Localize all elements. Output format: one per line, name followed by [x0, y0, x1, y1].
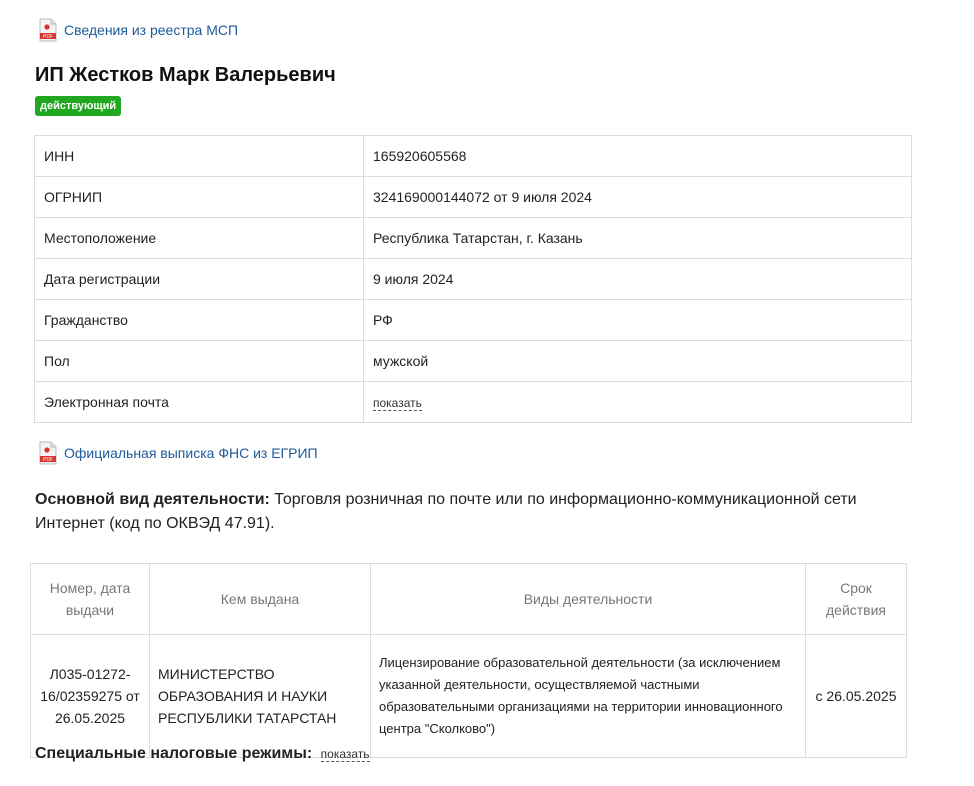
svg-text:PDF: PDF: [43, 34, 53, 40]
table-row: ОГРНИП 324169000144072 от 9 июля 2024: [34, 176, 912, 218]
row-value-ogrnip: 324169000144072 от 9 июля 2024: [363, 176, 912, 218]
header-issuer: Кем выдана: [149, 563, 371, 635]
row-label-inn: ИНН: [34, 135, 364, 177]
main-activity: Основной вид деятельности: Торговля розн…: [35, 488, 915, 536]
license-number: Л035-01272-16/02359275 от 26.05.2025: [30, 634, 150, 758]
license-issuer: МИНИСТЕРСТВО ОБРАЗОВАНИЯ И НАУКИ РЕСПУБЛ…: [149, 634, 371, 758]
pdf-file-icon: PDF: [39, 18, 57, 42]
table-row: Л035-01272-16/02359275 от 26.05.2025 МИН…: [30, 634, 907, 758]
msp-registry-link[interactable]: PDF Сведения из реестра МСП: [38, 18, 238, 42]
table-row: Электронная почта показать: [34, 381, 912, 423]
license-validity: с 26.05.2025: [805, 634, 907, 758]
header-validity: Срок действия: [805, 563, 907, 635]
entity-info-table: ИНН 165920605568 ОГРНИП 324169000144072 …: [34, 135, 912, 423]
row-value-location: Республика Татарстан, г. Казань: [363, 217, 912, 259]
row-value-gender: мужской: [363, 340, 912, 382]
row-value-citizenship: РФ: [363, 299, 912, 341]
main-activity-label: Основной вид деятельности:: [35, 491, 270, 508]
egrip-extract-link-text[interactable]: Официальная выписка ФНС из ЕГРИП: [64, 445, 318, 461]
row-label-ogrnip: ОГРНИП: [34, 176, 364, 218]
show-tax-link[interactable]: показать: [320, 747, 370, 762]
show-email-link[interactable]: показать: [373, 396, 422, 411]
pdf-file-icon: PDF: [39, 441, 57, 465]
row-value-email: показать: [363, 381, 912, 423]
license-table: Номер, дата выдачи Кем выдана Виды деяте…: [30, 563, 907, 758]
tax-label: Специальные налоговые режимы:: [35, 745, 313, 762]
msp-registry-link-text[interactable]: Сведения из реестра МСП: [64, 22, 238, 38]
table-row: Местоположение Республика Татарстан, г. …: [34, 217, 912, 259]
header-activities: Виды деятельности: [370, 563, 806, 635]
table-row: ИНН 165920605568: [34, 135, 912, 177]
table-row: Гражданство РФ: [34, 299, 912, 341]
special-tax-regimes: Специальные налоговые режимы: показать: [35, 745, 370, 763]
row-label-email: Электронная почта: [34, 381, 364, 423]
page-title: ИП Жестков Марк Валерьевич: [35, 64, 336, 86]
row-label-gender: Пол: [34, 340, 364, 382]
row-value-inn: 165920605568: [363, 135, 912, 177]
license-activity: Лицензирование образовательной деятельно…: [370, 634, 806, 758]
table-header-row: Номер, дата выдачи Кем выдана Виды деяте…: [30, 563, 907, 635]
table-row: Дата регистрации 9 июля 2024: [34, 258, 912, 300]
svg-text:PDF: PDF: [43, 457, 53, 463]
row-value-reg-date: 9 июля 2024: [363, 258, 912, 300]
egrip-extract-link[interactable]: PDF Официальная выписка ФНС из ЕГРИП: [38, 441, 318, 465]
table-row: Пол мужской: [34, 340, 912, 382]
header-number-date: Номер, дата выдачи: [30, 563, 150, 635]
row-label-citizenship: Гражданство: [34, 299, 364, 341]
row-label-reg-date: Дата регистрации: [34, 258, 364, 300]
status-badge: действующий: [35, 96, 122, 116]
row-label-location: Местоположение: [34, 217, 364, 259]
